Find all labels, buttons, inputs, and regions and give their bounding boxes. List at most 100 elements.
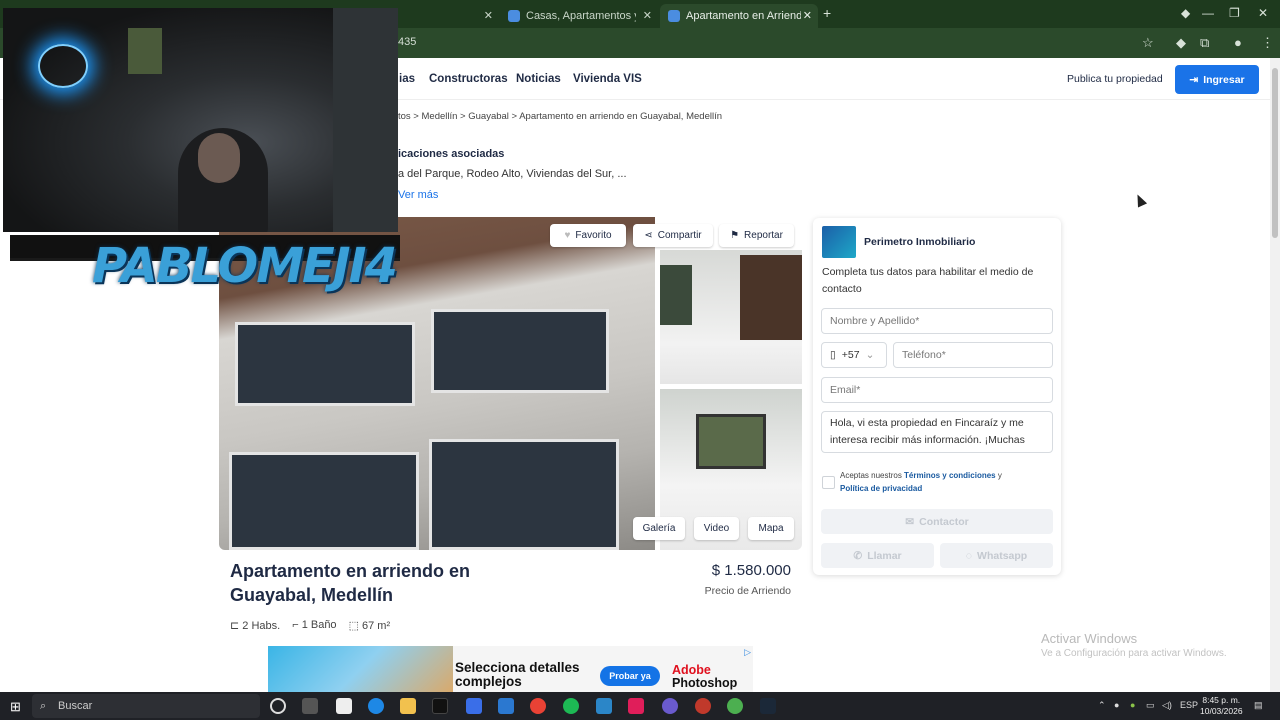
edge-icon[interactable] bbox=[368, 698, 384, 714]
tl-app-icon[interactable] bbox=[596, 698, 612, 714]
restore-button[interactable]: ❐ bbox=[1229, 6, 1240, 20]
tiktok-live-icon[interactable] bbox=[628, 698, 644, 714]
nvidia-icon[interactable]: ● bbox=[1130, 700, 1135, 710]
map-button[interactable]: Mapa bbox=[748, 517, 794, 540]
windows-start-icon[interactable]: ⊞ bbox=[10, 699, 21, 715]
photo-mural bbox=[740, 255, 802, 340]
report-button[interactable]: ⚑ Reportar bbox=[719, 224, 794, 247]
chrome-profile-icon[interactable] bbox=[727, 698, 743, 714]
phone-field[interactable]: Teléfono* bbox=[893, 342, 1053, 368]
terms-and: y bbox=[997, 471, 1002, 480]
call-button[interactable]: ✆ Llamar bbox=[821, 543, 934, 568]
browser-tab-active[interactable]: Apartamento en Arriendo en M ✕ bbox=[660, 4, 818, 28]
mail-icon[interactable] bbox=[498, 698, 514, 714]
close-window-button[interactable]: ✕ bbox=[1258, 6, 1268, 20]
browser-tab[interactable]: ✕ bbox=[399, 4, 499, 28]
favorite-button[interactable]: ♥ Favorito bbox=[550, 224, 626, 247]
store-icon[interactable] bbox=[466, 698, 482, 714]
close-tab-icon[interactable]: ✕ bbox=[803, 9, 812, 22]
country-code-select[interactable]: ▯ +57 ⌄ bbox=[821, 342, 887, 368]
terms-checkbox[interactable] bbox=[822, 476, 835, 489]
new-tab-button[interactable]: + bbox=[823, 5, 831, 21]
share-button[interactable]: ⋖ Compartir bbox=[633, 224, 713, 247]
notification-icon[interactable]: ▤ bbox=[1254, 700, 1263, 711]
building-window bbox=[431, 309, 609, 393]
obs-icon[interactable] bbox=[662, 698, 678, 714]
ad-banner[interactable]: Selecciona detalles complejos Probar ya … bbox=[268, 646, 753, 692]
agency-logo bbox=[822, 226, 856, 258]
minimize-button[interactable]: — bbox=[1202, 6, 1214, 20]
clock-date: 10/03/2026 bbox=[1200, 706, 1243, 716]
listing-features: ⊏ 2 Habs. ⌐ 1 Baño ⬚ 67 m² bbox=[230, 619, 390, 632]
mic-icon[interactable]: ● bbox=[1114, 700, 1119, 710]
search-icon: ⌕ bbox=[40, 699, 47, 712]
terms-text: Aceptas nuestros Términos y condiciones … bbox=[840, 470, 1040, 495]
country-code-value: +57 bbox=[841, 349, 860, 361]
contact-instructions: Completa tus datos para habilitar el med… bbox=[822, 266, 1034, 295]
login-button[interactable]: ⇥ Ingresar bbox=[1175, 65, 1259, 94]
url-text[interactable]: 435 bbox=[398, 36, 416, 48]
folder-icon[interactable] bbox=[400, 698, 416, 714]
terms-prefix: Aceptas nuestros bbox=[840, 471, 902, 480]
name-field[interactable]: Nombre y Apellido* bbox=[821, 308, 1053, 334]
phone-icon: ✆ bbox=[853, 549, 863, 562]
message-textarea[interactable]: Hola, vi esta propiedad en Fincaraíz y m… bbox=[821, 411, 1053, 453]
privacy-link[interactable]: Política de privacidad bbox=[840, 484, 922, 493]
taskbar-search[interactable]: ⌕ Buscar bbox=[32, 694, 260, 718]
streamer-face bbox=[198, 133, 240, 183]
video-button[interactable]: Video bbox=[694, 517, 739, 540]
activation-watermark-subtitle: Ve a Configuración para activar Windows. bbox=[1041, 648, 1227, 659]
gallery-button[interactable]: Galería bbox=[633, 517, 685, 540]
baths-value: 1 Baño bbox=[301, 619, 337, 631]
tiktok-icon[interactable] bbox=[432, 698, 448, 714]
volume-icon[interactable]: ◁) bbox=[1162, 700, 1172, 711]
task-view-icon[interactable] bbox=[302, 698, 318, 714]
bookmark-star-icon[interactable]: ☆ bbox=[1142, 35, 1154, 51]
see-more-link[interactable]: Ver más bbox=[398, 189, 438, 201]
whatsapp-icon: ◌ bbox=[965, 549, 973, 562]
building-window bbox=[235, 322, 415, 406]
nav-link-constructoras[interactable]: Constructoras bbox=[429, 73, 508, 85]
extension-icon[interactable]: ◆ bbox=[1181, 6, 1190, 20]
whatsapp-button[interactable]: ◌ Whatsapp bbox=[940, 543, 1053, 568]
interior-photo[interactable] bbox=[660, 250, 802, 384]
building-window bbox=[429, 439, 619, 550]
recorder-icon[interactable] bbox=[695, 698, 711, 714]
email-field[interactable]: Email* bbox=[821, 377, 1053, 403]
profile-avatar-icon[interactable]: ● bbox=[1234, 35, 1242, 50]
ad-headline: Selecciona detalles complejos bbox=[455, 660, 580, 689]
puzzle-icon[interactable]: ⧉ bbox=[1200, 35, 1209, 51]
close-tab-icon[interactable]: ✕ bbox=[484, 9, 493, 22]
tray-chevron-icon[interactable]: ⌃ bbox=[1098, 700, 1106, 711]
nav-link-noticias[interactable]: Noticias bbox=[516, 73, 561, 85]
login-icon: ⇥ bbox=[1189, 73, 1199, 86]
scroll-thumb[interactable] bbox=[1272, 68, 1278, 238]
terms-link[interactable]: Términos y condiciones bbox=[904, 471, 996, 480]
language-indicator[interactable]: ESP bbox=[1180, 700, 1198, 710]
bath-icon: ⌐ bbox=[292, 619, 302, 631]
taskbar-clock[interactable]: 8:45 p. m. 10/03/2026 bbox=[1200, 695, 1243, 717]
ad-choices-icon[interactable]: ▷ bbox=[744, 647, 751, 658]
steam-icon[interactable] bbox=[760, 698, 776, 714]
network-icon[interactable]: ▭ bbox=[1146, 700, 1155, 711]
chrome-icon[interactable] bbox=[530, 698, 546, 714]
extension-diamond-icon[interactable]: ◆ bbox=[1176, 35, 1186, 51]
nav-link-vivienda-vis[interactable]: Vivienda VIS bbox=[573, 73, 642, 85]
browser-tab[interactable]: Casas, Apartamentos y Apartaes ✕ bbox=[500, 4, 658, 28]
nav-link[interactable]: ias bbox=[399, 73, 415, 85]
spotify-icon[interactable] bbox=[563, 698, 579, 714]
cortana-icon[interactable] bbox=[270, 698, 286, 714]
ad-cta-button[interactable]: Probar ya bbox=[600, 666, 660, 686]
shield-icon bbox=[668, 10, 680, 22]
menu-kebab-icon[interactable]: ⋮ bbox=[1261, 35, 1274, 51]
breadcrumb[interactable]: tos > Medellín > Guayabal > Apartamento … bbox=[398, 111, 722, 122]
file-icon[interactable] bbox=[336, 698, 352, 714]
close-tab-icon[interactable]: ✕ bbox=[643, 9, 652, 22]
page-scrollbar[interactable] bbox=[1270, 58, 1280, 692]
flag-icon: ▯ bbox=[830, 349, 836, 361]
contact-button[interactable]: ✉ Contactor bbox=[821, 509, 1053, 534]
baths-feature: ⌐ 1 Baño bbox=[292, 619, 336, 632]
agency-name[interactable]: Perimetro Inmobiliario bbox=[864, 236, 975, 248]
photo-window bbox=[660, 265, 692, 325]
publish-property-link[interactable]: Publica tu propiedad bbox=[1067, 73, 1163, 85]
